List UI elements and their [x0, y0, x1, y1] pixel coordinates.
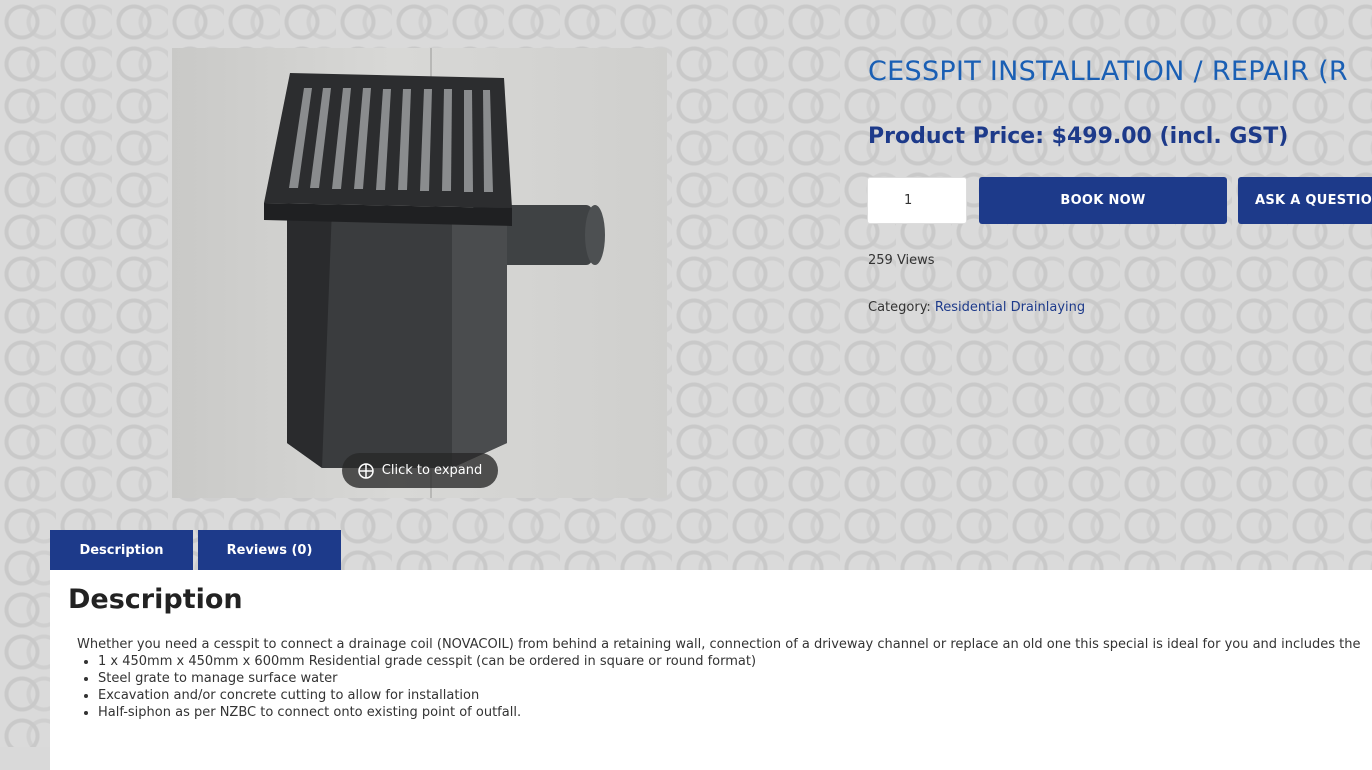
- list-item: 1 x 450mm x 450mm x 600mm Residential gr…: [98, 653, 756, 670]
- product-title: CESSPIT INSTALLATION / REPAIR (R: [868, 56, 1348, 87]
- tab-reviews[interactable]: Reviews (0): [198, 530, 341, 570]
- list-item: Excavation and/or concrete cutting to al…: [98, 687, 756, 704]
- cesspit-illustration: [264, 73, 605, 468]
- tab-description[interactable]: Description: [50, 530, 193, 570]
- ask-question-button[interactable]: ASK A QUESTION: [1238, 177, 1372, 224]
- list-item: Half-siphon as per NZBC to connect onto …: [98, 704, 756, 721]
- quantity-input[interactable]: [867, 177, 967, 224]
- product-image[interactable]: Click to expand: [172, 48, 667, 498]
- click-to-expand-button[interactable]: Click to expand: [342, 453, 498, 488]
- description-intro: Whether you need a cesspit to connect a …: [77, 637, 1361, 652]
- description-heading: Description: [68, 584, 243, 615]
- category-link[interactable]: Residential Drainlaying: [935, 300, 1085, 315]
- view-count: 259 Views: [868, 253, 935, 268]
- product-category: Category: Residential Drainlaying: [868, 300, 1085, 315]
- book-now-button[interactable]: BOOK NOW: [979, 177, 1227, 224]
- list-item: Steel grate to manage surface water: [98, 670, 756, 687]
- category-label: Category:: [868, 300, 931, 315]
- description-list: 1 x 450mm x 450mm x 600mm Residential gr…: [77, 653, 756, 721]
- description-panel: Description Whether you need a cesspit t…: [50, 570, 1372, 770]
- product-price: Product Price: $499.00 (incl. GST): [868, 124, 1289, 149]
- crosshair-icon: [358, 462, 374, 479]
- click-to-expand-label: Click to expand: [381, 463, 483, 478]
